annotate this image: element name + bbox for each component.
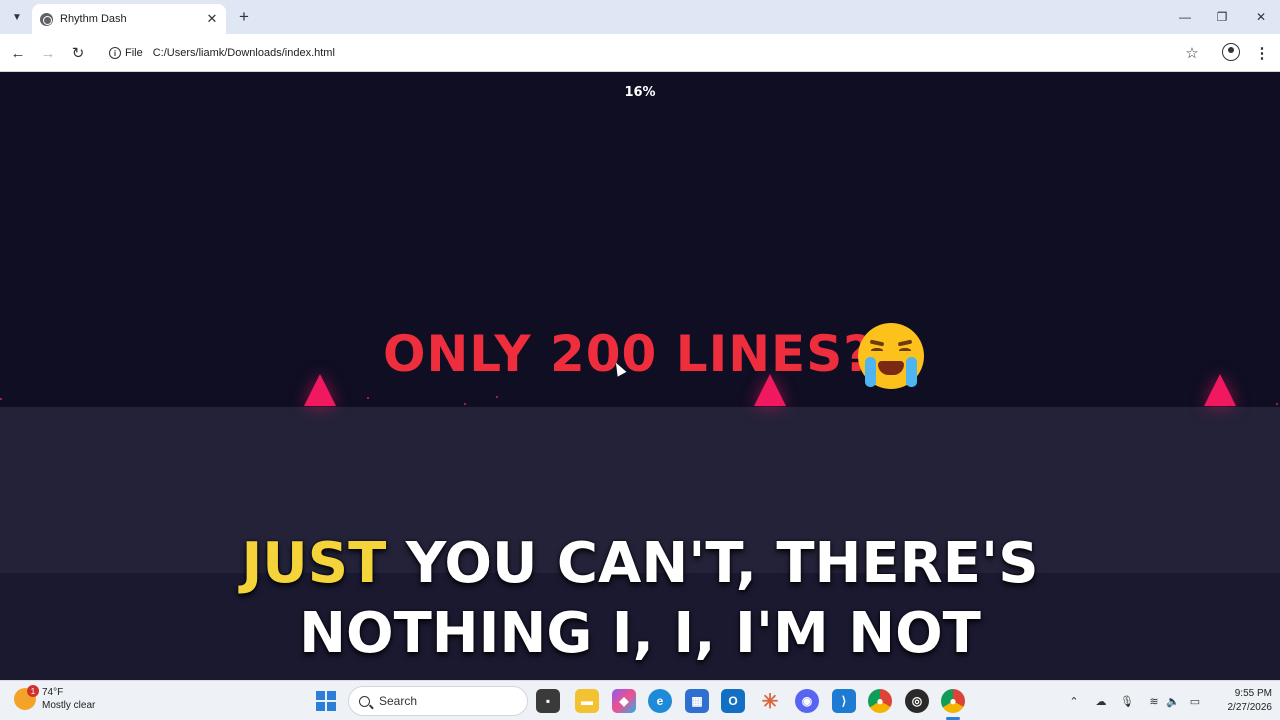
browser-tab[interactable]: Rhythm Dash ✕ (32, 4, 226, 34)
emoji-brow (869, 339, 885, 347)
profile-icon[interactable] (1222, 43, 1240, 61)
claude-icon[interactable]: ✳ (758, 689, 782, 713)
spike-obstacle (1204, 374, 1236, 406)
loudly-crying-face-icon (858, 323, 924, 389)
search-icon (359, 695, 370, 707)
volume-icon[interactable]: 🔈 (1165, 693, 1181, 709)
new-tab-button[interactable]: + (234, 7, 254, 27)
search-label: Search (379, 694, 418, 708)
battery-icon[interactable]: ▭ (1187, 693, 1203, 709)
emoji-brow (897, 339, 913, 347)
weather-text: 74°F Mostly clear (42, 686, 95, 712)
minimize-icon[interactable]: — (1175, 7, 1195, 27)
scheme-chip[interactable]: File (125, 47, 143, 59)
forward-arrow-icon[interactable]: → (38, 43, 58, 63)
vscode-icon[interactable]: ⟩ (832, 689, 856, 713)
clock-date: 2/27/2026 (1227, 702, 1273, 713)
copilot-icon[interactable]: ◆ (612, 689, 636, 713)
chevron-up-icon[interactable]: ⌃ (1066, 693, 1082, 709)
weather-badge: 1 (27, 685, 39, 697)
weather-widget[interactable]: 1 74°F Mostly clear (14, 685, 95, 712)
progress-percent: 16% (624, 85, 656, 100)
bookmark-star-icon[interactable]: ☆ (1182, 43, 1202, 63)
wifi-icon[interactable]: ≋ (1146, 693, 1162, 709)
emoji-mouth (878, 361, 904, 375)
headline-label: ONLY 200 LINES?! (382, 325, 898, 383)
browser-tabstrip: ▼ Rhythm Dash ✕ + — ❐ ✕ (0, 0, 1280, 34)
browser-toolbar: ← → ↻ i File C:/Users/liamk/Downloads/in… (0, 34, 1280, 72)
emoji-tear (865, 357, 876, 387)
taskbar: 1 74°F Mostly clear Search ▪ ▬ ◆ e ▦ O ✳… (0, 680, 1280, 720)
edge-icon[interactable]: e (648, 689, 672, 713)
emoji-eye (899, 348, 911, 353)
url-text[interactable]: C:/Users/liamk/Downloads/index.html (153, 47, 335, 59)
taskbar-search[interactable]: Search (348, 686, 528, 716)
caption-highlight: JUST (241, 531, 387, 596)
discord-icon[interactable]: ◉ (795, 689, 819, 713)
folder-icon[interactable]: ▬ (575, 689, 599, 713)
windows-start-icon[interactable] (316, 691, 336, 711)
tab-search-chevron-icon[interactable]: ▼ (7, 7, 27, 27)
emoji-tear (906, 357, 917, 387)
cloud-icon[interactable]: ☁ (1093, 693, 1109, 709)
kebab-menu-icon[interactable]: ⋮ (1252, 43, 1272, 63)
back-arrow-icon[interactable]: ← (8, 43, 28, 63)
info-icon[interactable]: i (109, 47, 121, 59)
restore-icon[interactable]: ❐ (1212, 7, 1232, 27)
clock[interactable]: 9:55 PM 2/27/2026 (1212, 687, 1273, 715)
game-canvas[interactable]: 16% ONLY 200 LINES?! JUST YOU CAN'T, THE… (0, 73, 1280, 680)
caption-text: YOU CAN'T, THERE'S NOTHING I, I, I'M NOT (299, 531, 1039, 666)
particle (1276, 403, 1278, 405)
chrome-icon[interactable]: ● (868, 689, 892, 713)
reload-icon[interactable]: ↻ (68, 43, 88, 63)
weather-temp: 74°F (42, 687, 64, 698)
particle (464, 403, 466, 405)
file-manager-icon[interactable]: ▪ (536, 689, 560, 713)
address-bar[interactable]: i File C:/Users/liamk/Downloads/index.ht… (102, 39, 1210, 67)
weather-desc: Mostly clear (42, 700, 96, 711)
particle (496, 396, 498, 398)
tab-title: Rhythm Dash (60, 13, 127, 25)
obs-icon[interactable]: ◎ (905, 689, 929, 713)
particle (0, 398, 2, 400)
weather-sun-icon: 1 (14, 685, 39, 710)
subtitle-caption: JUST YOU CAN'T, THERE'S NOTHING I, I, I'… (140, 529, 1140, 669)
emoji-eye (871, 348, 883, 353)
clock-time: 9:55 PM (1234, 688, 1272, 699)
window-close-icon[interactable]: ✕ (1251, 7, 1271, 27)
particle (367, 397, 369, 399)
store-icon[interactable]: ▦ (685, 689, 709, 713)
globe-icon (40, 12, 53, 26)
outlook-icon[interactable]: O (721, 689, 745, 713)
microphone-icon[interactable]: 🎙 (1119, 693, 1135, 709)
tab-close-icon[interactable]: ✕ (203, 10, 221, 28)
chrome-active-icon[interactable]: ● (941, 689, 965, 713)
